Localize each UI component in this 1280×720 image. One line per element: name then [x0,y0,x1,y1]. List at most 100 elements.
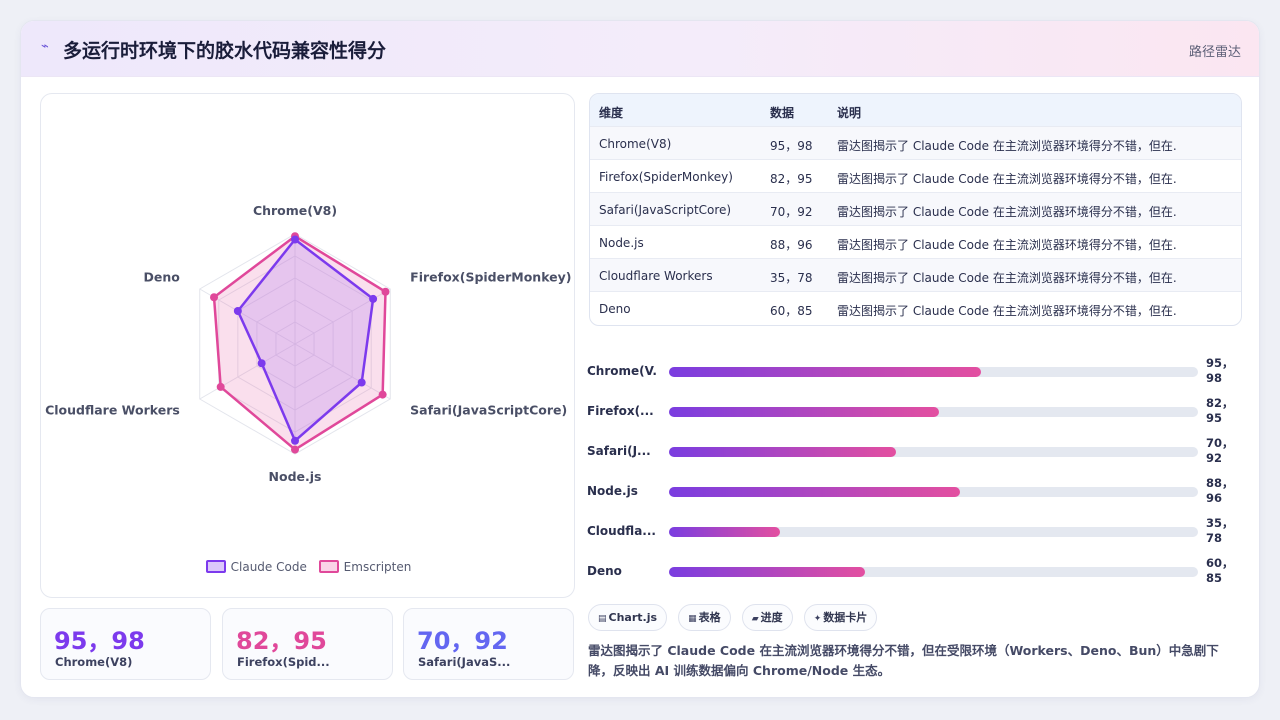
radar-data-point [369,294,378,303]
progress-icon: ▰ [751,614,759,624]
radar-axis-label: Safari(JavaScriptCore) [410,403,567,418]
radar-data-point [233,307,242,315]
progress-track [669,567,1198,577]
table-row[interactable]: Cloudflare Workers 35，78 雷达图揭示了 Claude C… [590,259,1241,292]
chip-label: 数据卡片 [823,611,868,624]
page-title: 多运行时环境下的胶水代码兼容性得分 [63,40,387,62]
chip-data-card[interactable]: ✦ 数据卡片 [803,604,878,631]
card-icon: ✦ [813,614,822,624]
chip-table[interactable]: ▦ 表格 [678,604,731,631]
table-row[interactable]: Firefox(SpiderMonkey) 82，95 雷达图揭示了 Claud… [590,160,1241,193]
table-cell: Deno [599,302,631,316]
radar-data-point [291,235,299,244]
progress-track [669,367,1198,377]
table-cell: Cloudflare Workers [599,269,713,283]
table-cell: 雷达图揭示了 Claude Code 在主流浏览器环境得分不错，但在... [837,205,1177,219]
column-header[interactable]: 数据 [770,104,830,121]
progress-value-line: 95， [1206,356,1234,370]
progress-value: 82， 95 [1206,396,1246,426]
progress-value-line: 95 [1206,411,1223,425]
legend-swatch-series-2 [318,560,339,573]
kpi-card: 95，98 Chrome(V8) [40,608,211,680]
progress-list: Chrome(V... 95，98 Firefox(... 82，95 Safa… [587,339,1247,585]
progress-fill [669,487,960,497]
radar-data-point [291,436,299,445]
progress-fill [669,567,865,577]
chart-legend: Claude Code Emscripten [41,560,576,574]
progress-fill [669,367,982,377]
progress-track [669,487,1198,497]
table-cell: Safari(JavaScriptCore) [599,203,732,217]
progress-value-line: 88， [1206,476,1234,490]
table-cell: 70，92 [770,205,813,219]
legend-label-series-2: Emscripten [343,560,412,574]
table-row[interactable]: Safari(JavaScriptCore) 70，92 雷达图揭示了 Clau… [590,193,1241,226]
column-header[interactable]: 维度 [599,104,759,121]
progress-track [669,407,1198,417]
kpi-card: 70，92 Safari(JavaS... [403,608,574,680]
lightning-icon: ⌁ [41,39,49,54]
table-cell: 雷达图揭示了 Claude Code 在主流浏览器环境得分不错，但在... [837,238,1177,252]
progress-value-line: 78 [1206,531,1223,545]
radar-axis-label: Firefox(SpiderMonkey) [410,270,571,285]
table-row[interactable]: Node.js 88，96 雷达图揭示了 Claude Code 在主流浏览器环… [590,226,1241,259]
progress-fill [669,407,939,417]
progress-value-line: 92 [1206,451,1223,465]
progress-label: Cloudfla... [587,524,656,538]
radar-data-point [291,445,299,454]
radar-data-point [257,359,266,368]
legend-label-series-1: Claude Code [230,560,307,574]
progress-value: 95， 98 [1206,356,1246,386]
radar-data-point [216,382,225,391]
legend-swatch-series-1 [205,560,226,573]
legend-item-series-2[interactable]: Emscripten [318,560,412,574]
view-tag[interactable]: 路径雷达 [1189,41,1241,60]
progress-row: Cloudfla... 35， 78 [587,516,1247,547]
progress-fill [669,527,781,537]
progress-row: Node.js 88， 96 [587,476,1247,507]
table-row[interactable]: Chrome(V8) 95，98 雷达图揭示了 Claude Code 在主流浏… [590,127,1241,160]
table-cell: 雷达图揭示了 Claude Code 在主流浏览器环境得分不错，但在... [837,304,1177,318]
legend-item-series-1[interactable]: Claude Code [205,560,307,574]
progress-value-line: 70， [1206,436,1234,450]
chip-progress[interactable]: ▰ 进度 [741,604,793,631]
progress-label: Firefox(... [587,404,654,418]
header-bar: ⌁ 多运行时环境下的胶水代码兼容性得分 路径雷达 [21,21,1259,77]
chart-icon: ▤ [598,614,607,624]
kpi-value: 82，95 [236,627,327,655]
radar-chart-panel: Chrome(V8) Firefox(SpiderMonkey) Safari(Ja… [40,93,575,598]
progress-fill [669,447,897,457]
column-header[interactable]: 说明 [837,104,1177,121]
table-cell: 60，85 [770,304,813,318]
radar-data-point [210,293,219,302]
progress-track [669,527,1198,537]
table-cell: 95，98 [770,139,813,153]
kpi-value: 70，92 [417,627,508,655]
table-cell: Chrome(V8) [599,137,672,151]
progress-label: Safari(J... [587,444,651,458]
table-row[interactable]: Deno 60，85 雷达图揭示了 Claude Code 在主流浏览器环境得分… [590,292,1241,325]
progress-value-line: 60， [1206,556,1234,570]
radar-data-point [357,378,366,387]
table-header-row: 维度 数据 说明 [590,94,1241,127]
table-cell: 88，96 [770,238,813,252]
progress-label: Deno [587,564,622,578]
kpi-label: Safari(JavaS... [418,655,511,669]
progress-row: Deno 60， 85 [587,556,1247,587]
kpi-card: 82，95 Firefox(Spid... [222,608,393,680]
table-cell: 雷达图揭示了 Claude Code 在主流浏览器环境得分不错，但在... [837,271,1177,285]
progress-value-line: 82， [1206,396,1234,410]
kpi-value: 95，98 [54,627,145,655]
radar-data-point [378,390,387,399]
table-cell: 35，78 [770,271,813,285]
radar-chart: Chrome(V8) Firefox(SpiderMonkey) Safari(Ja… [45,203,571,484]
table-cell: Firefox(SpiderMonkey) [599,170,733,184]
progress-row: Firefox(... 82， 95 [587,396,1247,427]
chip-chartjs[interactable]: ▤ Chart.js [588,604,668,631]
chip-label: 进度 [760,611,783,624]
progress-row: Safari(J... 70， 92 [587,436,1247,467]
table-cell: 雷达图揭示了 Claude Code 在主流浏览器环境得分不错，但在... [837,172,1177,186]
progress-value: 35， 78 [1206,516,1246,546]
summary-text: 雷达图揭示了 Claude Code 在主流浏览器环境得分不错，但在受限环境（W… [588,643,1219,678]
kpi-label: Firefox(Spid... [237,655,330,669]
